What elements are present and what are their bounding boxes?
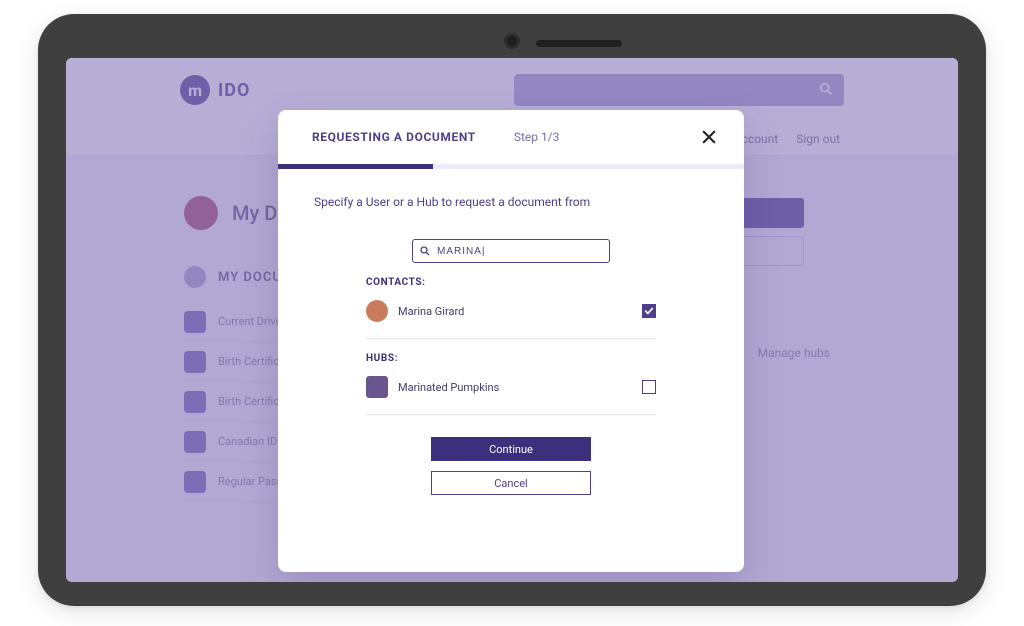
screen: m IDO Account Sign out My D [66, 58, 958, 582]
modal-body: Specify a User or a Hub to request a doc… [278, 169, 744, 572]
hub-thumbnail [366, 376, 388, 398]
logo-badge: m [180, 75, 210, 105]
hubs-label: HUBS: [366, 353, 656, 364]
hub-name: Marinated Pumpkins [398, 381, 499, 394]
contact-name: Marina Girard [398, 305, 464, 318]
logo-text: IDO [218, 80, 250, 101]
hub-row[interactable]: Marinated Pumpkins [366, 364, 656, 415]
search-input-container[interactable] [412, 239, 610, 263]
section-label: MY DOCU [218, 270, 282, 285]
document-icon [184, 471, 206, 493]
modal-instruction: Specify a User or a Hub to request a doc… [314, 195, 708, 209]
continue-button[interactable]: Continue [431, 437, 591, 461]
modal-step-label: Step 1/3 [514, 130, 560, 144]
device-speaker [536, 40, 622, 47]
request-document-modal: REQUESTING A DOCUMENT Step 1/3 Specify a… [278, 110, 744, 572]
page-title: My D [232, 201, 277, 225]
checkbox[interactable] [642, 380, 656, 394]
search-input[interactable] [437, 246, 603, 257]
avatar [366, 300, 388, 322]
contacts-section: CONTACTS: Marina Girard [314, 263, 708, 339]
contacts-label: CONTACTS: [366, 277, 656, 288]
section-icon [184, 266, 206, 288]
modal-title: REQUESTING A DOCUMENT [312, 130, 476, 144]
nav-signout[interactable]: Sign out [796, 132, 840, 146]
header-search[interactable] [514, 74, 844, 106]
hubs-section: HUBS: Marinated Pumpkins [314, 339, 708, 415]
check-icon [644, 306, 654, 316]
close-icon [700, 128, 718, 146]
document-icon [184, 431, 206, 453]
document-icon [184, 351, 206, 373]
checkbox[interactable] [642, 304, 656, 318]
logo: m IDO [180, 75, 250, 105]
device-camera [507, 36, 517, 46]
cancel-button[interactable]: Cancel [431, 471, 591, 495]
modal-header: REQUESTING A DOCUMENT Step 1/3 [278, 110, 744, 164]
contact-row[interactable]: Marina Girard [366, 288, 656, 339]
modal-actions: Continue Cancel [314, 415, 708, 515]
document-icon [184, 311, 206, 333]
search-icon [818, 81, 834, 97]
tablet-device-frame: m IDO Account Sign out My D [38, 14, 986, 606]
avatar [184, 196, 218, 230]
close-button[interactable] [696, 124, 722, 150]
search-icon [419, 245, 431, 257]
document-icon [184, 391, 206, 413]
search-wrap [314, 239, 708, 263]
